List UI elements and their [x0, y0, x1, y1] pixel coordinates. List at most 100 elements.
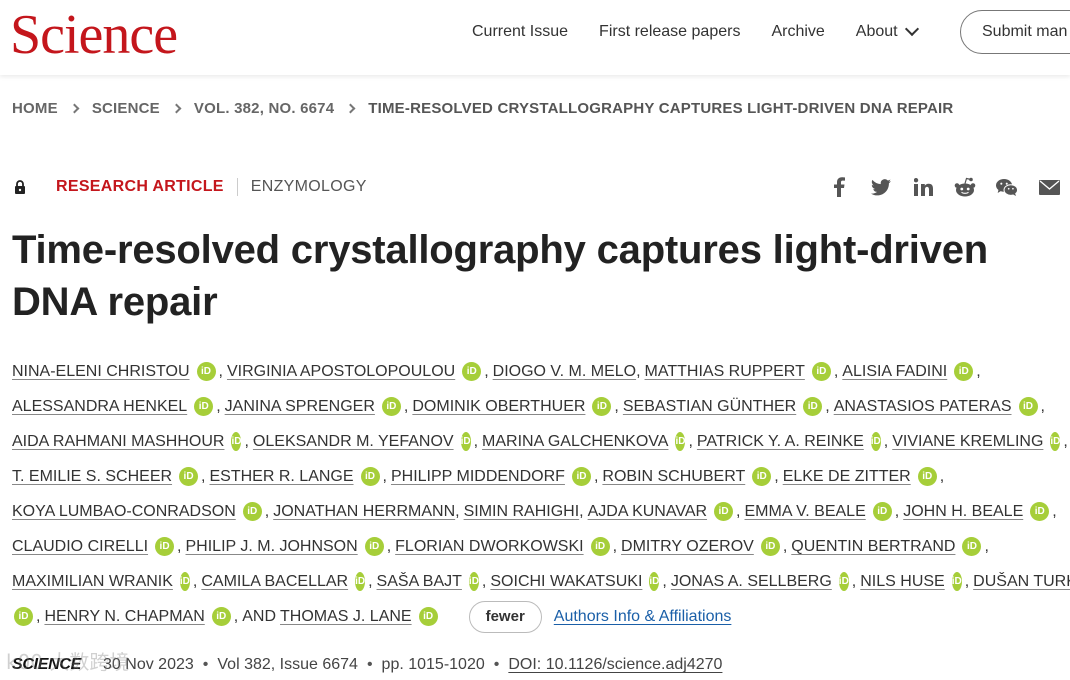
orcid-icon[interactable]: iD: [675, 432, 686, 451]
orcid-icon[interactable]: iD: [14, 607, 33, 626]
article-subject[interactable]: ENZYMOLOGY: [251, 178, 367, 196]
author-link[interactable]: THOMAS J. LANE: [280, 599, 412, 634]
orcid-icon[interactable]: iD: [1018, 397, 1038, 416]
author-link[interactable]: SOICHI WAKATSUKI: [490, 564, 642, 599]
doi-link[interactable]: DOI: 10.1126/science.adj4270: [508, 656, 722, 674]
linkedin-icon[interactable]: [912, 176, 934, 198]
orcid-icon[interactable]: iD: [714, 502, 734, 521]
submit-manuscript-button[interactable]: Submit man: [960, 10, 1070, 54]
breadcrumb-home[interactable]: HOME: [12, 100, 58, 117]
author-link[interactable]: NILS HUSE: [860, 564, 944, 599]
author-link[interactable]: JONAS A. SELLBERG: [671, 564, 832, 599]
orcid-icon[interactable]: iD: [811, 362, 831, 381]
separator-dot: •: [366, 656, 373, 673]
chevron-right-icon: [345, 103, 356, 114]
orcid-icon[interactable]: iD: [360, 467, 380, 486]
author-link[interactable]: ELKE DE ZITTER: [783, 459, 911, 494]
author-link[interactable]: SAŠA BAJT: [377, 564, 462, 599]
orcid-icon[interactable]: iD: [592, 397, 612, 416]
email-icon[interactable]: [1038, 176, 1060, 198]
author-link[interactable]: ALESSANDRA HENKEL: [12, 389, 187, 424]
author-link[interactable]: ROBIN SCHUBERT: [602, 459, 745, 494]
author-link[interactable]: SIMIN RAHIGHI: [464, 494, 580, 529]
science-logo[interactable]: Science: [10, 4, 178, 66]
nav-current-issue[interactable]: Current Issue: [472, 22, 568, 42]
twitter-icon[interactable]: [870, 176, 892, 198]
author-link[interactable]: HENRY N. CHAPMAN: [44, 599, 204, 634]
author-link[interactable]: QUENTIN BERTRAND: [791, 529, 955, 564]
orcid-icon[interactable]: iD: [649, 572, 660, 591]
author-link[interactable]: VIVIANE KREMLING: [892, 424, 1043, 459]
orcid-icon[interactable]: iD: [760, 537, 780, 556]
orcid-icon[interactable]: iD: [1030, 502, 1050, 521]
author-link[interactable]: DIOGO V. M. MELO: [493, 354, 636, 389]
orcid-icon[interactable]: iD: [194, 397, 214, 416]
author-link[interactable]: AJDA KUNAVAR: [588, 494, 707, 529]
author-link[interactable]: ALISIA FADINI: [842, 354, 947, 389]
orcid-icon[interactable]: iD: [242, 502, 262, 521]
breadcrumb-volume[interactable]: VOL. 382, NO. 6674: [194, 100, 334, 117]
orcid-icon[interactable]: iD: [460, 432, 471, 451]
author-link[interactable]: JOHN H. BEALE: [903, 494, 1023, 529]
author-link[interactable]: KOYA LUMBAO-CONRADSON: [12, 494, 236, 529]
orcid-icon[interactable]: iD: [462, 362, 482, 381]
orcid-icon[interactable]: iD: [917, 467, 937, 486]
author-link[interactable]: JANINA SPRENGER: [225, 389, 375, 424]
orcid-icon[interactable]: iD: [231, 432, 242, 451]
author-link[interactable]: JONATHAN HERRMANN: [273, 494, 455, 529]
orcid-icon[interactable]: iD: [381, 397, 401, 416]
author-link[interactable]: T. EMILIE S. SCHEER: [12, 459, 172, 494]
author-link[interactable]: ESTHER R. LANGE: [210, 459, 354, 494]
orcid-icon[interactable]: iD: [179, 572, 190, 591]
author-link[interactable]: SEBASTIAN GÜNTHER: [623, 389, 796, 424]
citation-volume[interactable]: Vol 382, Issue 6674: [217, 656, 358, 674]
author-link[interactable]: MARINA GALCHENKOVA: [482, 424, 668, 459]
facebook-icon[interactable]: [828, 176, 850, 198]
author-link[interactable]: CLAUDIO CIRELLI: [12, 529, 148, 564]
author-link[interactable]: DMITRY OZEROV: [621, 529, 754, 564]
author-link[interactable]: NINA-ELENI CHRISTOU: [12, 354, 190, 389]
article-type[interactable]: RESEARCH ARTICLE: [56, 178, 224, 196]
orcid-icon[interactable]: iD: [418, 607, 438, 626]
author-link[interactable]: CAMILA BACELLAR: [201, 564, 348, 599]
orcid-icon[interactable]: iD: [355, 572, 366, 591]
orcid-icon[interactable]: iD: [179, 467, 199, 486]
orcid-icon[interactable]: iD: [468, 572, 479, 591]
orcid-icon[interactable]: iD: [590, 537, 610, 556]
author-link[interactable]: PATRICK Y. A. REINKE: [697, 424, 864, 459]
orcid-icon[interactable]: iD: [364, 537, 384, 556]
nav-first-release[interactable]: First release papers: [599, 22, 740, 42]
author-link[interactable]: FLORIAN DWORKOWSKI: [395, 529, 583, 564]
reddit-icon[interactable]: [954, 176, 976, 198]
orcid-icon[interactable]: iD: [571, 467, 591, 486]
author-link[interactable]: PHILIP J. M. JOHNSON: [186, 529, 358, 564]
orcid-icon[interactable]: iD: [803, 397, 823, 416]
orcid-icon[interactable]: iD: [752, 467, 772, 486]
author-link[interactable]: DOMINIK OBERTHUER: [412, 389, 585, 424]
orcid-icon[interactable]: iD: [155, 537, 175, 556]
author-link[interactable]: OLEKSANDR M. YEFANOV: [253, 424, 454, 459]
author-link[interactable]: MATTHIAS RUPPERT: [645, 354, 805, 389]
wechat-icon[interactable]: [996, 176, 1018, 198]
author-link[interactable]: AIDA RAHMANI MASHHOUR: [12, 424, 224, 459]
breadcrumb-science[interactable]: SCIENCE: [92, 100, 160, 117]
orcid-icon[interactable]: iD: [211, 607, 231, 626]
orcid-icon[interactable]: iD: [962, 537, 982, 556]
authors-info-affiliations-link[interactable]: Authors Info & Affiliations: [554, 599, 732, 634]
orcid-icon[interactable]: iD: [954, 362, 974, 381]
orcid-icon[interactable]: iD: [870, 432, 881, 451]
orcid-icon[interactable]: iD: [951, 572, 962, 591]
fewer-authors-button[interactable]: fewer: [468, 600, 542, 633]
author-link[interactable]: EMMA V. BEALE: [745, 494, 866, 529]
orcid-icon[interactable]: iD: [838, 572, 849, 591]
author-link[interactable]: MAXIMILIAN WRANIK: [12, 564, 173, 599]
nav-about[interactable]: About: [856, 21, 919, 41]
orcid-icon[interactable]: iD: [1050, 432, 1061, 451]
author-link[interactable]: VIRGINIA APOSTOLOPOULOU: [227, 354, 455, 389]
nav-archive[interactable]: Archive: [771, 22, 824, 42]
author-link[interactable]: ANASTASIOS PATERAS: [834, 389, 1012, 424]
author-link[interactable]: DUŠAN TURK: [973, 564, 1070, 599]
orcid-icon[interactable]: iD: [872, 502, 892, 521]
author-link[interactable]: PHILIPP MIDDENDORF: [391, 459, 565, 494]
orcid-icon[interactable]: iD: [196, 362, 216, 381]
